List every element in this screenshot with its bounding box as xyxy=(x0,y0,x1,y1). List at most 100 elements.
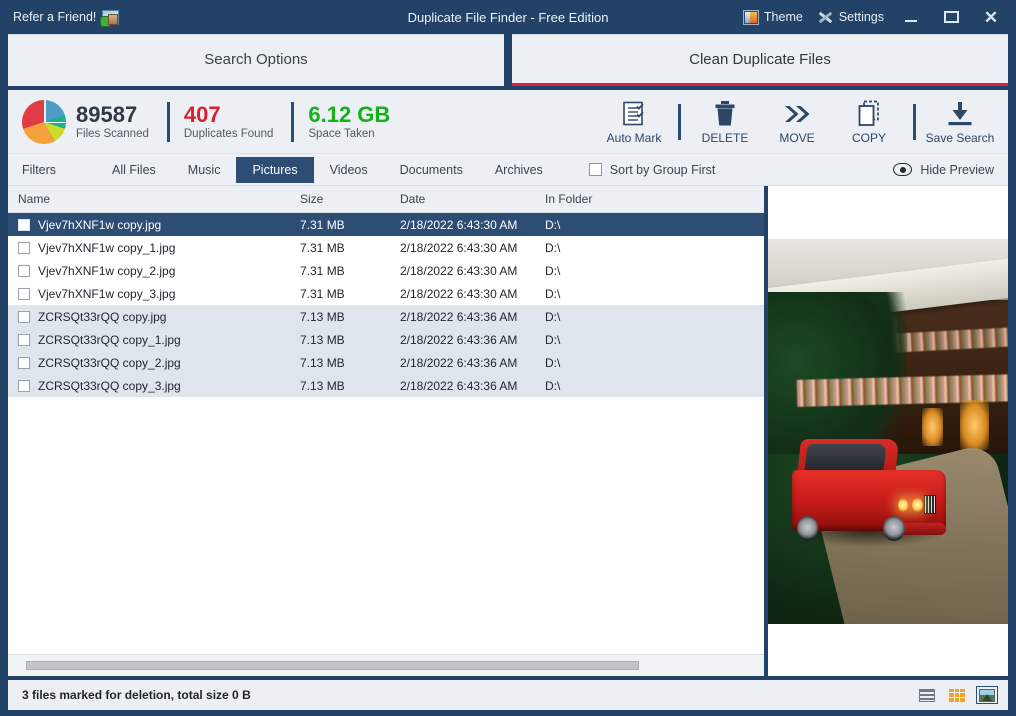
table-row[interactable]: Vjev7hXNF1w copy.jpg 7.31 MB 2/18/2022 6… xyxy=(8,213,764,236)
checkbox-icon xyxy=(588,163,602,176)
row-checkbox[interactable] xyxy=(18,333,30,346)
gear-icon xyxy=(817,10,834,25)
table-row[interactable]: ZCRSQt33rQQ copy_2.jpg 7.13 MB 2/18/2022… xyxy=(8,351,764,374)
duplicates-found-value: 407 xyxy=(183,102,221,128)
auto-mark-label: Auto Mark xyxy=(606,130,662,145)
maximize-icon xyxy=(943,11,959,23)
photo-car-headlight-left xyxy=(897,498,909,512)
save-search-label: Save Search xyxy=(925,130,995,145)
row-name: ZCRSQt33rQQ copy_1.jpg xyxy=(38,332,181,347)
move-button[interactable]: MOVE xyxy=(761,99,833,145)
hide-preview-toggle[interactable]: Hide Preview xyxy=(893,163,1008,177)
row-name: Vjev7hXNF1w copy.jpg xyxy=(38,217,162,232)
row-name: ZCRSQt33rQQ copy.jpg xyxy=(38,309,167,324)
table-row[interactable]: Vjev7hXNF1w copy_3.jpg 7.31 MB 2/18/2022… xyxy=(8,282,764,305)
duplicates-found-label: Duplicates Found xyxy=(183,127,274,140)
row-checkbox[interactable] xyxy=(18,264,30,277)
row-size: 7.13 MB xyxy=(300,332,345,347)
refer-a-friend-link[interactable]: Refer a Friend! xyxy=(8,9,120,26)
copy-button[interactable]: COPY xyxy=(833,99,905,145)
list-view-button[interactable] xyxy=(916,686,938,704)
copy-pages-icon xyxy=(857,99,881,127)
checklist-icon xyxy=(622,99,646,127)
action-divider-2 xyxy=(913,103,916,140)
minimize-button[interactable] xyxy=(898,5,924,29)
files-scanned-label: Files Scanned xyxy=(76,127,149,140)
thumbnail-view-icon xyxy=(979,688,995,702)
eye-icon xyxy=(893,163,913,176)
row-checkbox[interactable] xyxy=(18,356,30,369)
row-folder: D:\ xyxy=(545,378,561,393)
delete-label: DELETE xyxy=(701,130,749,145)
files-scanned-value: 89587 xyxy=(76,102,138,128)
table-row[interactable]: ZCRSQt33rQQ copy.jpg 7.13 MB 2/18/2022 6… xyxy=(8,305,764,328)
row-date: 2/18/2022 6:43:30 AM xyxy=(400,217,518,232)
column-header-date[interactable]: Date xyxy=(400,192,545,206)
photo-window-right xyxy=(960,400,989,451)
stats-action-bar: 89587 Files Scanned 407 Duplicates Found… xyxy=(8,90,1008,154)
refer-a-friend-label: Refer a Friend! xyxy=(13,10,97,24)
app-window: Refer a Friend! Duplicate File Finder - … xyxy=(0,0,1016,716)
row-folder: D:\ xyxy=(545,263,561,278)
row-date: 2/18/2022 6:43:36 AM xyxy=(400,332,518,347)
row-checkbox[interactable] xyxy=(18,241,30,254)
photo-car-windshield xyxy=(804,443,888,472)
table-body: Vjev7hXNF1w copy.jpg 7.31 MB 2/18/2022 6… xyxy=(8,213,764,654)
row-size: 7.31 MB xyxy=(300,286,345,301)
trash-icon xyxy=(713,99,737,127)
settings-button[interactable]: Settings xyxy=(817,10,884,25)
filter-pictures[interactable]: Pictures xyxy=(236,156,314,183)
main-tabs: Search Options Clean Duplicate Files xyxy=(0,34,1016,86)
thumbnail-view-button[interactable] xyxy=(976,686,998,704)
row-folder: D:\ xyxy=(545,217,561,232)
row-checkbox[interactable] xyxy=(18,287,30,300)
save-search-button[interactable]: Save Search xyxy=(924,99,996,145)
delete-button[interactable]: DELETE xyxy=(689,99,761,145)
title-bar-controls: Theme Settings ✕ xyxy=(742,5,1008,29)
table-row[interactable]: ZCRSQt33rQQ copy_1.jpg 7.13 MB 2/18/2022… xyxy=(8,328,764,351)
sort-by-group-first-checkbox[interactable]: Sort by Group First xyxy=(588,163,715,177)
column-header-name[interactable]: Name xyxy=(8,192,300,206)
row-checkbox[interactable] xyxy=(18,379,30,392)
row-checkbox[interactable] xyxy=(18,218,30,231)
row-checkbox[interactable] xyxy=(18,310,30,323)
maximize-button[interactable] xyxy=(938,5,964,29)
gift-image-icon xyxy=(101,9,120,26)
filters-label: Filters xyxy=(22,162,57,177)
scrollbar-thumb[interactable] xyxy=(26,661,639,670)
filter-music[interactable]: Music xyxy=(172,157,237,183)
table-row[interactable]: Vjev7hXNF1w copy_1.jpg 7.31 MB 2/18/2022… xyxy=(8,236,764,259)
row-size: 7.13 MB xyxy=(300,309,345,324)
column-header-size[interactable]: Size xyxy=(300,192,400,206)
auto-mark-button[interactable]: Auto Mark xyxy=(598,99,670,145)
tab-search-options[interactable]: Search Options xyxy=(8,34,504,86)
space-taken-value: 6.12 GB xyxy=(308,102,391,128)
tab-clean-duplicate-files[interactable]: Clean Duplicate Files xyxy=(512,34,1008,86)
stat-divider-1 xyxy=(166,101,170,142)
tab-search-options-label: Search Options xyxy=(204,50,308,68)
filter-all-files[interactable]: All Files xyxy=(96,157,172,183)
status-text: 3 files marked for deletion, total size … xyxy=(22,688,251,702)
preview-image xyxy=(768,238,1008,624)
row-folder: D:\ xyxy=(545,355,561,370)
table-row[interactable]: Vjev7hXNF1w copy_2.jpg 7.31 MB 2/18/2022… xyxy=(8,259,764,282)
horizontal-scrollbar[interactable] xyxy=(8,654,764,676)
download-icon xyxy=(946,99,974,127)
column-header-in-folder[interactable]: In Folder xyxy=(545,192,764,206)
photo-car-grille xyxy=(924,494,936,514)
row-size: 7.31 MB xyxy=(300,240,345,255)
filter-documents[interactable]: Documents xyxy=(384,157,479,183)
scrollbar-track[interactable] xyxy=(16,660,756,671)
close-button[interactable]: ✕ xyxy=(978,5,1004,29)
theme-label: Theme xyxy=(763,10,803,24)
row-date: 2/18/2022 6:43:36 AM xyxy=(400,309,518,324)
theme-button[interactable]: Theme xyxy=(742,9,803,25)
row-size: 7.31 MB xyxy=(300,263,345,278)
filter-archives[interactable]: Archives xyxy=(479,157,559,183)
row-name: ZCRSQt33rQQ copy_2.jpg xyxy=(38,355,181,370)
row-folder: D:\ xyxy=(545,240,561,255)
table-row[interactable]: ZCRSQt33rQQ copy_3.jpg 7.13 MB 2/18/2022… xyxy=(8,374,764,397)
content-area: Name Size Date In Folder Vjev7hXNF1w cop… xyxy=(8,186,1008,676)
filter-videos[interactable]: Videos xyxy=(314,157,384,183)
grid-view-button[interactable] xyxy=(946,686,968,704)
